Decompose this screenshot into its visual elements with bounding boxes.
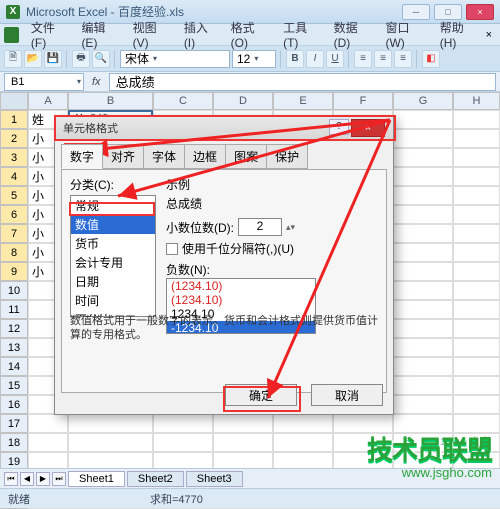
tab-font[interactable]: 字体 — [143, 144, 185, 169]
category-item[interactable]: 货币 — [71, 234, 155, 253]
watermark-tiny: 51.com 之家 — [434, 433, 490, 448]
spinner-icon[interactable]: ▴▾ — [286, 222, 295, 233]
tab-protect[interactable]: 保护 — [266, 144, 308, 169]
thousand-separator-label: 使用千位分隔符(,)(U) — [182, 240, 294, 257]
sample-value: 总成绩 — [166, 195, 378, 212]
tab-number[interactable]: 数字 — [61, 144, 103, 169]
thousand-separator-checkbox[interactable] — [166, 243, 178, 255]
decimal-label: 小数位数(D): — [166, 219, 234, 236]
ok-button[interactable]: 确定 — [225, 384, 297, 406]
dialog-help-button[interactable]: ? — [329, 119, 349, 135]
format-cells-dialog: 单元格格式 ? × 数字 对齐 字体 边框 图案 保护 分类(C): 常规数值货… — [54, 115, 394, 415]
sheet-tab-bar: ⏮ ◀ ▶ ⏭ Sheet1 Sheet2 Sheet3 — [0, 468, 500, 488]
status-mode: 就绪 — [8, 491, 30, 507]
decimal-places-input[interactable]: 2 — [238, 218, 282, 236]
category-label: 分类(C): — [70, 176, 156, 193]
category-item[interactable]: 数值 — [71, 215, 155, 234]
negative-label: 负数(N): — [166, 261, 378, 278]
sheet-tab-1[interactable]: Sheet1 — [68, 471, 125, 487]
tab-border[interactable]: 边框 — [184, 144, 226, 169]
status-bar: 就绪 求和=4770 — [0, 488, 500, 508]
dialog-body: 分类(C): 常规数值货币会计专用日期时间百分比分数科学记数文本特殊自定义 示例… — [61, 169, 387, 393]
dialog-tabs: 数字 对齐 字体 边框 图案 保护 — [61, 144, 387, 169]
category-item[interactable]: 常规 — [71, 196, 155, 215]
tab-pattern[interactable]: 图案 — [225, 144, 267, 169]
dialog-overlay: 单元格格式 ? × 数字 对齐 字体 边框 图案 保护 分类(C): 常规数值货… — [0, 0, 500, 508]
category-item[interactable]: 会计专用 — [71, 253, 155, 272]
dialog-close-button[interactable]: × — [351, 119, 385, 137]
tab-nav-first[interactable]: ⏮ — [4, 472, 18, 486]
dialog-title: 单元格格式 — [63, 120, 329, 136]
tab-nav-next[interactable]: ▶ — [36, 472, 50, 486]
status-aggregate: 求和=4770 — [150, 491, 203, 507]
category-list[interactable]: 常规数值货币会计专用日期时间百分比分数科学记数文本特殊自定义 — [70, 195, 156, 317]
negative-option[interactable]: (1234.10) — [167, 279, 315, 293]
dialog-titlebar[interactable]: 单元格格式 ? × — [55, 116, 393, 140]
sheet-tab-2[interactable]: Sheet2 — [127, 471, 184, 487]
tab-nav-prev[interactable]: ◀ — [20, 472, 34, 486]
sheet-tab-3[interactable]: Sheet3 — [186, 471, 243, 487]
tab-nav-last[interactable]: ⏭ — [52, 472, 66, 486]
category-item[interactable]: 日期 — [71, 272, 155, 291]
cancel-button[interactable]: 取消 — [311, 384, 383, 406]
category-item[interactable]: 时间 — [71, 291, 155, 310]
negative-option[interactable]: (1234.10) — [167, 293, 315, 307]
tab-alignment[interactable]: 对齐 — [102, 144, 144, 169]
sample-label: 示例 — [166, 176, 378, 193]
